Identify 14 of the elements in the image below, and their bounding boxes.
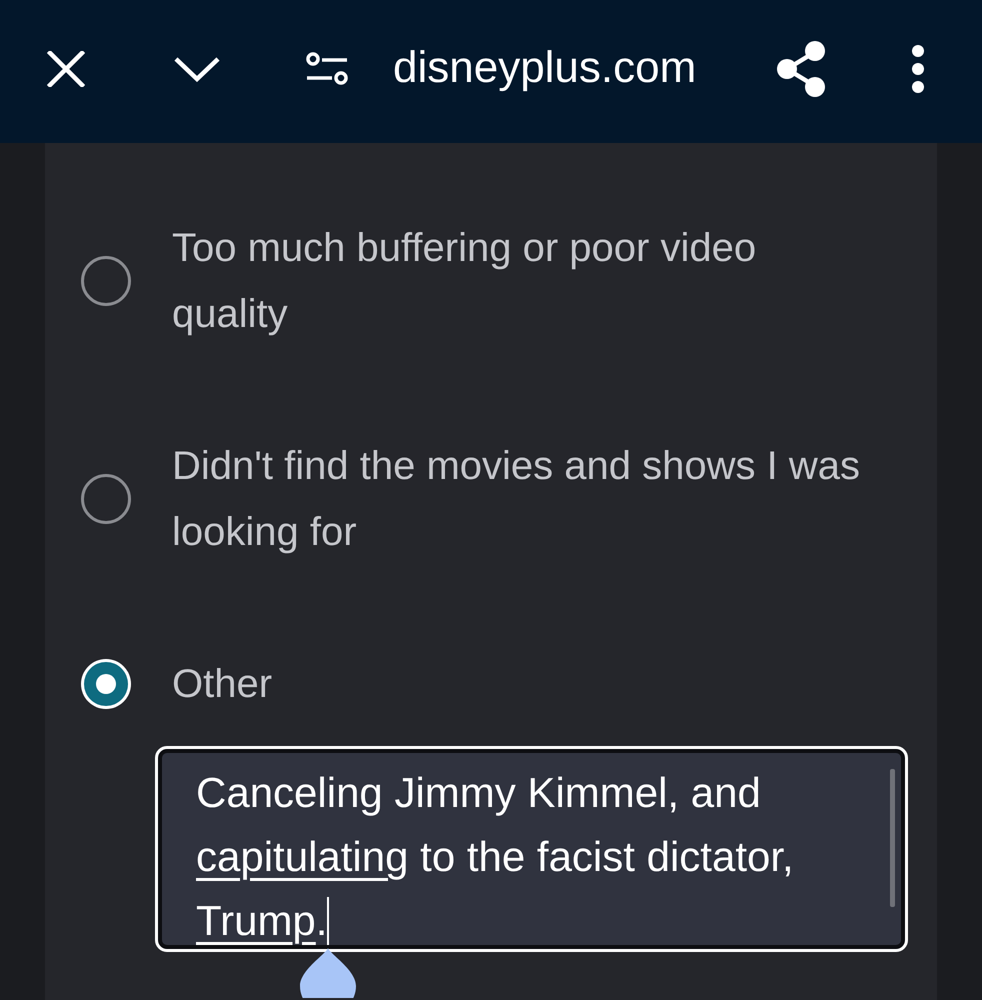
share-icon[interactable] <box>776 40 826 96</box>
close-icon[interactable] <box>47 50 85 86</box>
option-label: Other <box>172 661 274 708</box>
scrollbar-thumb[interactable] <box>890 769 895 907</box>
more-vertical-icon[interactable] <box>910 44 926 92</box>
radio-button[interactable] <box>80 255 132 307</box>
url-text[interactable]: disneyplus.com <box>393 42 696 95</box>
chevron-down-icon[interactable] <box>173 56 221 82</box>
cursor-handle-icon[interactable] <box>300 948 356 998</box>
option-label: Too much buffering or poor video quality <box>172 225 758 338</box>
radio-button[interactable] <box>80 658 132 710</box>
radio-button[interactable] <box>80 473 132 525</box>
sliders-icon[interactable] <box>306 52 348 86</box>
option-label: Didn't find the movies and shows I was looking for <box>172 443 861 556</box>
